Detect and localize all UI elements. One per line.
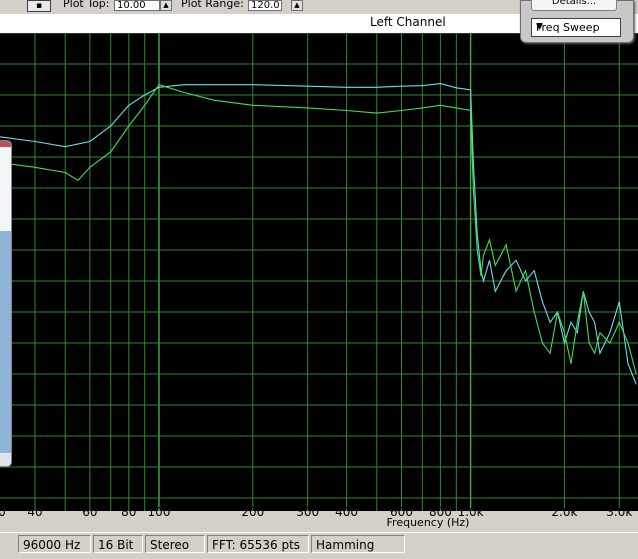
x-tick-label: 40 — [27, 505, 43, 519]
x-tick-label: 600 — [390, 505, 413, 519]
status-channels: Stereo — [145, 535, 205, 553]
series-line-green — [0, 84, 637, 375]
details-button[interactable]: Details... — [531, 0, 617, 11]
x-tick-label: 1.0k — [457, 505, 484, 519]
status-bar: 96000 Hz 16 Bit Stereo FFT: 65536 pts Ha… — [0, 532, 638, 559]
frequency-axis: 0 Frequency (Hz) 40 60 80 100 200 300 400 600 80… — [0, 505, 638, 532]
chevron-down-icon[interactable]: ▼ — [536, 19, 600, 36]
plot-range-spinner[interactable]: ▲ — [291, 0, 303, 11]
x-tick-label: 2.0k — [551, 505, 578, 519]
side-dialog-edge[interactable] — [0, 140, 12, 467]
status-sample-rate: 96000 Hz — [18, 535, 91, 553]
x-tick-label: 80 — [121, 505, 137, 519]
plot-range-field[interactable]: 120.0 — [248, 0, 282, 11]
status-window: Hamming — [311, 535, 405, 553]
plot-canvas — [0, 33, 638, 511]
plot-range-label: Plot Range: — [181, 0, 244, 10]
analysis-panel: Details... Freq Sweep ▼ — [520, 0, 634, 43]
series-line-cyan — [0, 83, 637, 385]
tick-label-left-edge: 0 — [0, 505, 6, 519]
mode-select[interactable]: Freq Sweep ▼ — [531, 18, 621, 37]
save-icon[interactable]: ▪ — [27, 0, 51, 12]
x-tick-label: 100 — [147, 505, 171, 519]
x-tick-label: 400 — [335, 505, 359, 519]
status-fft-size: FFT: 65536 pts — [207, 535, 309, 553]
frequency-plot[interactable] — [0, 33, 638, 511]
x-tick-label: 800 — [428, 505, 452, 519]
x-tick-label: 60 — [82, 505, 98, 519]
x-tick-label: 300 — [296, 505, 320, 519]
channel-title: Left Channel — [370, 15, 446, 29]
status-bit-depth: 16 Bit — [93, 535, 143, 553]
x-tick-label: 200 — [241, 505, 265, 519]
x-tick-label: 3.0k — [606, 505, 633, 519]
plot-top-field[interactable]: 10.00 — [114, 0, 160, 11]
plot-top-label: Plot Top: — [63, 0, 110, 10]
plot-top-spinner[interactable]: ▲ — [160, 0, 172, 11]
